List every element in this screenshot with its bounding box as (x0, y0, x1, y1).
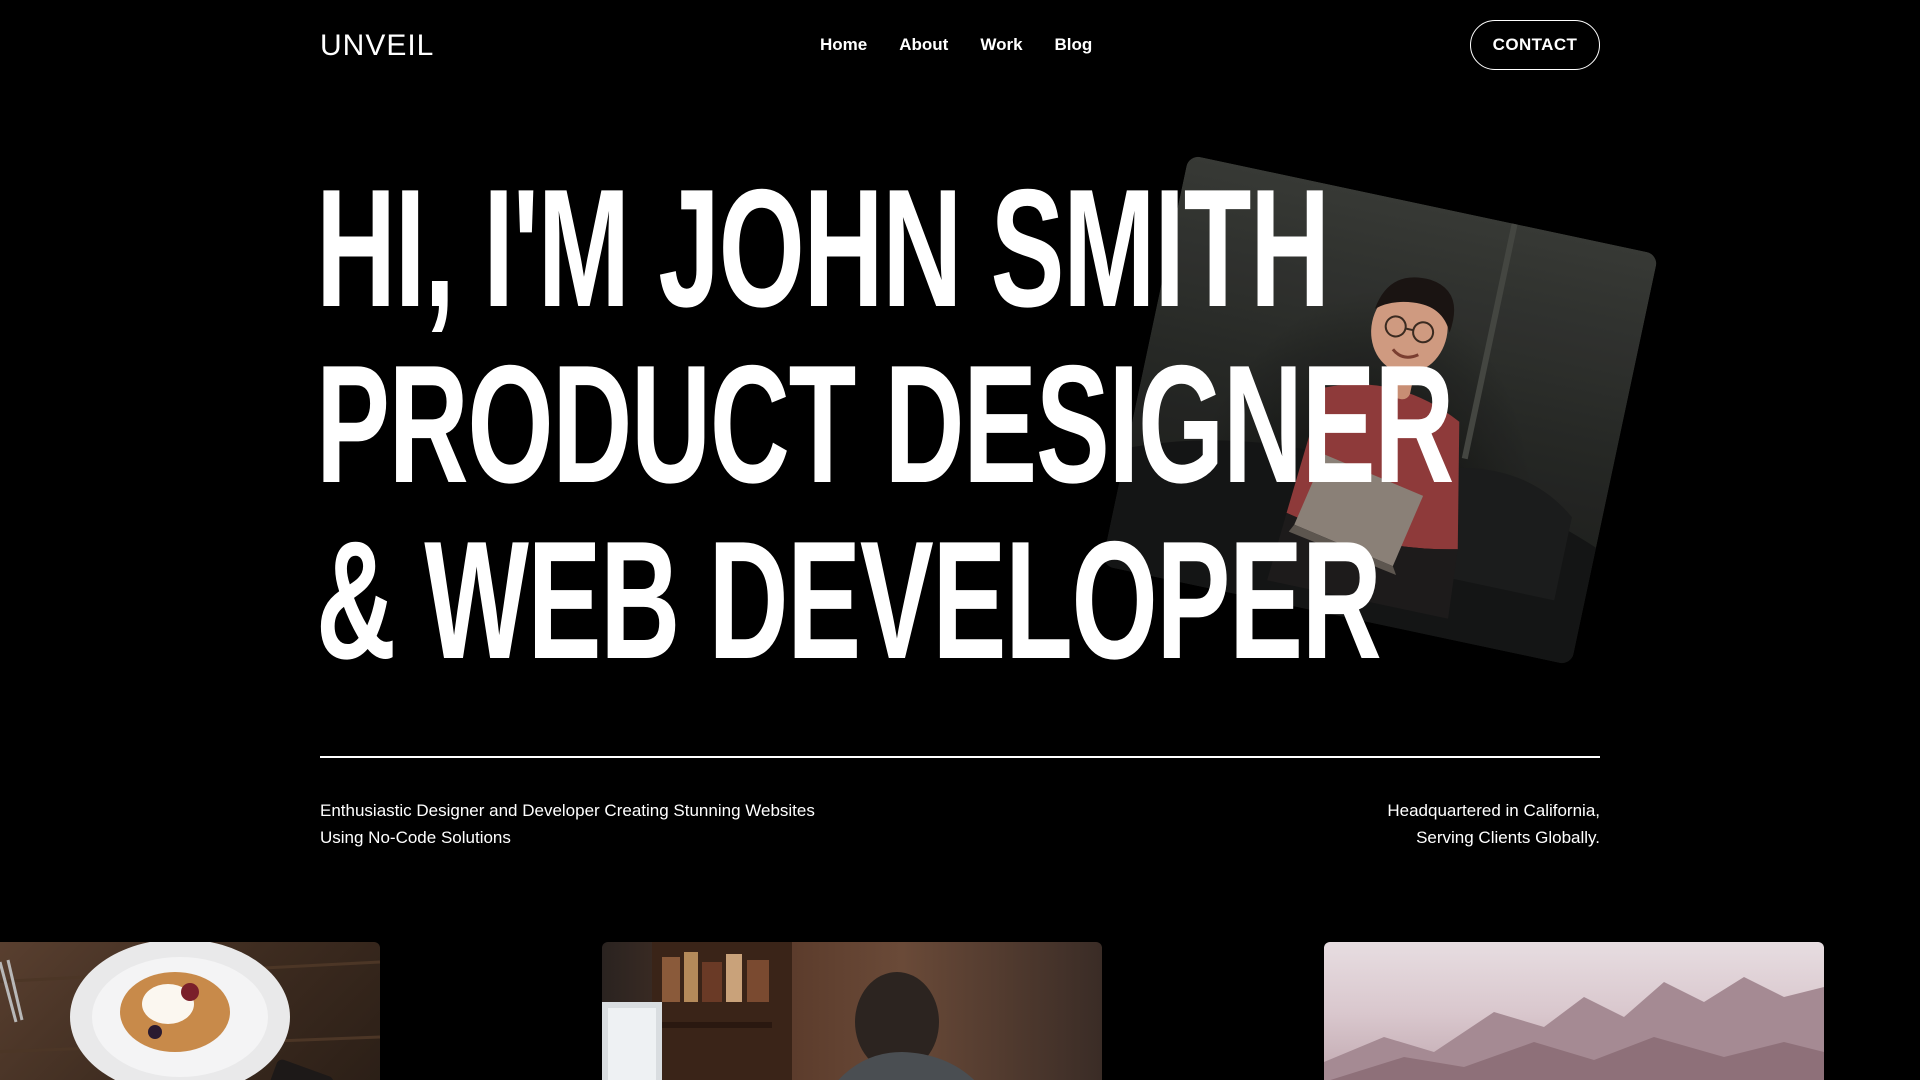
fork (0, 959, 24, 1023)
location-text: Headquartered in California, Serving Cli… (1387, 797, 1600, 851)
book-1 (662, 957, 680, 1002)
headline-line-1: HI, I'M JOHN SMITH (316, 154, 1330, 342)
monitor-screen (608, 1008, 656, 1080)
headline-line-3: & WEB DEVELOPER (316, 506, 1382, 694)
blueberry (148, 1025, 162, 1039)
person-shirt (838, 1052, 975, 1080)
book-2 (684, 952, 698, 1002)
location-line-2: Serving Clients Globally. (1416, 828, 1600, 847)
project-card-food[interactable] (0, 942, 380, 1080)
food-photo (0, 942, 380, 1080)
headline-line-2: PRODUCT DESIGNER (316, 330, 1454, 518)
logo[interactable]: UNVEIL (320, 26, 434, 66)
book-3 (702, 962, 722, 1002)
book-5 (747, 960, 769, 1002)
intro-text: Enthusiastic Designer and Developer Crea… (320, 797, 815, 851)
nav-home[interactable]: Home (820, 30, 867, 60)
project-card-mountain[interactable] (1324, 942, 1824, 1080)
phone (266, 1059, 334, 1080)
workspace-photo (602, 942, 975, 1080)
book-4 (726, 954, 742, 1002)
nav-about[interactable]: About (899, 30, 948, 60)
contact-button[interactable]: CONTACT (1470, 20, 1600, 70)
mountain-photo (1324, 977, 1824, 1080)
main-nav: Home About Work Blog (820, 30, 1092, 60)
page: UNVEIL Home About Work Blog CONTACT HI, … (0, 0, 1920, 1080)
shelf (662, 1022, 772, 1028)
intro-line-1: Enthusiastic Designer and Developer Crea… (320, 801, 815, 820)
project-card-workspace[interactable] (602, 942, 1102, 1080)
nav-work[interactable]: Work (980, 30, 1022, 60)
berry (181, 983, 199, 1001)
nav-blog[interactable]: Blog (1055, 30, 1093, 60)
intro-line-2: Using No-Code Solutions (320, 828, 511, 847)
hero-headline: HI, I'M JOHN SMITH PRODUCT DESIGNER & WE… (316, 160, 1920, 688)
divider (320, 756, 1600, 758)
location-line-1: Headquartered in California, (1387, 801, 1600, 820)
